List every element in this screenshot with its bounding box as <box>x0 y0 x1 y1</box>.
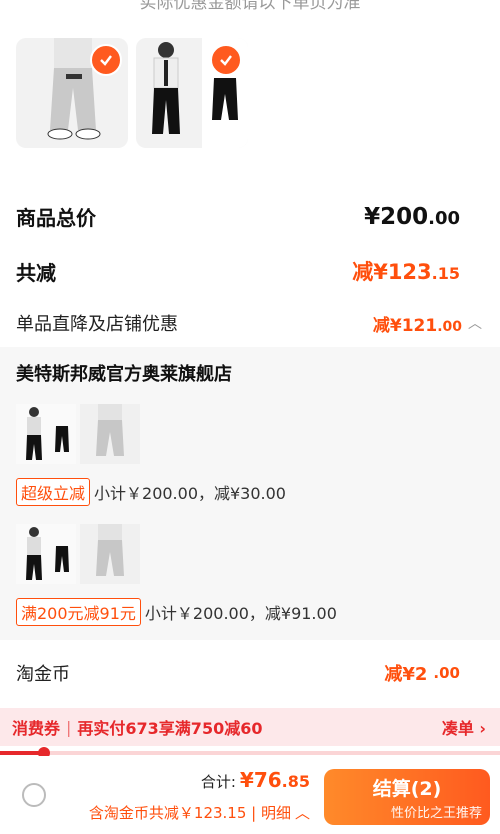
group1-item-black <box>16 404 76 464</box>
footer-detail-link[interactable]: 含淘金币共减￥123.15 | 明细 ︿ <box>89 802 310 823</box>
chevron-right-icon: › <box>479 719 486 738</box>
select-all-radio[interactable] <box>22 783 46 807</box>
total-price-label: 商品总价 <box>16 206 96 230</box>
group2-subtotal-line: 满200元减91元 小计￥200.00，减¥91.00 <box>16 598 337 626</box>
group1-item-grey <box>80 404 140 464</box>
super-discount-tag: 超级立减 <box>16 478 91 506</box>
coupon-bar[interactable]: 消费券 | 再实付673享满750减60 凑单 › <box>0 708 500 746</box>
check-icon[interactable] <box>90 44 122 76</box>
discount-note: 实际优惠金额请以下单页为准 <box>139 0 361 13</box>
checkout-footer: 合计: ¥76.85 含淘金币共减￥123.15 | 明细 ︿ 结算(2) 性价… <box>0 756 500 834</box>
checkout-sub-label: 性价比之王推荐 <box>390 806 482 821</box>
taojinbi-value: 减¥2.00 <box>384 664 460 685</box>
checkout-label: 结算(2) <box>372 778 442 800</box>
checkout-button[interactable]: 结算(2) 性价比之王推荐 <box>324 769 490 825</box>
store-name: 美特斯邦威官方奥莱旗舰店 <box>16 364 232 385</box>
total-reduce-row: 共减 减¥123.15 <box>16 256 460 286</box>
coupon-label: 消费券 <box>12 719 61 738</box>
total-price-value: ¥200.00 <box>364 203 460 230</box>
group2-item-grey <box>80 524 140 584</box>
total-price-row: 商品总价 ¥200.00 <box>16 202 460 231</box>
selected-items <box>16 38 248 148</box>
direct-discount-value: 减¥121.00 ︿ <box>373 311 482 336</box>
check-icon[interactable] <box>210 44 242 76</box>
footer-total-label: 合计: <box>200 773 236 791</box>
direct-discount-row[interactable]: 单品直降及店铺优惠 减¥121.00 ︿ <box>16 310 482 336</box>
chevron-up-icon: ︿ <box>294 804 310 822</box>
taojinbi-label: 淘金币 <box>16 664 70 685</box>
footer-total-amount: ¥76.85 <box>239 768 310 792</box>
group1-subtotal: 小计￥200.00，减¥30.00 <box>94 484 286 503</box>
group2-item-black <box>16 524 76 584</box>
coupon-divider: | <box>66 717 72 737</box>
group2-subtotal: 小计￥200.00，减¥91.00 <box>144 604 337 623</box>
direct-discount-label: 单品直降及店铺优惠 <box>16 314 178 335</box>
coupon-progress <box>0 747 500 759</box>
total-reduce-label: 共减 <box>16 260 56 285</box>
item-thumb-black-pants[interactable] <box>136 38 248 148</box>
group1-subtotal-line: 超级立减 小计￥200.00，减¥30.00 <box>16 478 286 506</box>
item-thumb-grey-pants[interactable] <box>16 38 128 148</box>
total-reduce-value: 减¥123.15 <box>352 260 460 284</box>
chevron-up-icon[interactable]: ︿ <box>468 313 482 333</box>
full-reduction-tag: 满200元减91元 <box>16 598 141 626</box>
footer-total: 合计: ¥76.85 <box>201 768 310 792</box>
add-items-link[interactable]: 凑单 › <box>442 715 486 739</box>
taojinbi-row: 淘金币 减¥2.00 <box>16 660 460 686</box>
coupon-promo: 再实付673享满750减60 <box>77 719 263 738</box>
